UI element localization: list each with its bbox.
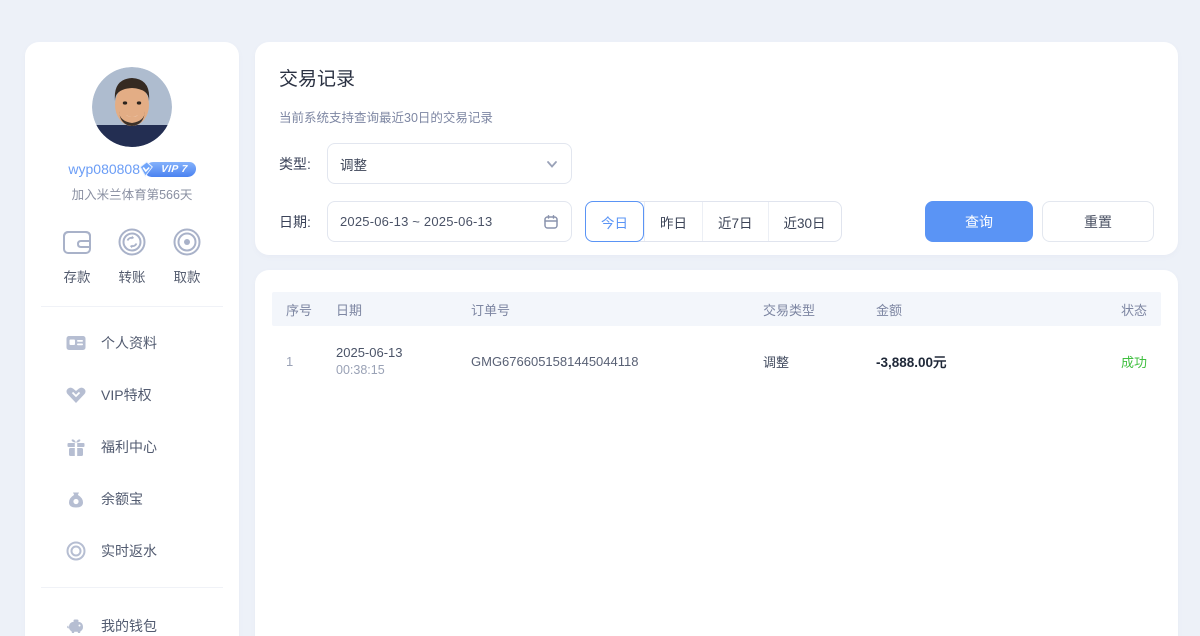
sidebar-item-rebate[interactable]: 实时返水 [25,525,239,577]
vip-diamond-icon [137,161,155,177]
chevron-down-icon [545,157,559,171]
calendar-icon [543,214,559,230]
row-index: 1 [286,354,336,369]
withdraw-label: 取款 [174,266,201,286]
quick-actions: 存款 转账 [25,225,239,286]
avatar[interactable] [92,67,172,147]
sidebar-item-label: 福利中心 [101,437,157,457]
transfer-label: 转账 [119,266,146,286]
column-header-type: 交易类型 [763,300,876,319]
range-today-button[interactable]: 今日 [585,201,644,242]
type-select[interactable]: 调整 [327,143,572,184]
vip-badge: VIP 7 [144,162,196,177]
quick-date-range-group: 今日 昨日 近7日 近30日 [585,201,842,242]
column-header-date: 日期 [336,300,471,319]
money-bag-icon [65,488,87,510]
page-title: 交易记录 [279,64,1154,91]
sidebar-item-vip[interactable]: VIP特权 [25,369,239,421]
withdraw-icon [169,225,205,259]
id-card-icon [65,332,87,354]
table-row: 1 2025-06-13 00:38:15 GMG676605158144504… [272,326,1161,382]
date-filter-row: 日期: 2025-06-13 ~ 2025-06-13 今日 昨日 近7日 近3… [279,201,1154,242]
deposit-button[interactable]: 存款 [59,225,95,286]
username: wyp080808 [68,161,140,177]
column-header-index: 序号 [286,300,336,319]
transfer-button[interactable]: 转账 [114,225,150,286]
transfer-icon [114,225,150,259]
type-filter-row: 类型: 调整 [279,143,1154,184]
date-label: 日期: [279,212,327,232]
sidebar-item-yuebao[interactable]: 余额宝 [25,473,239,525]
sidebar-item-profile[interactable]: 个人资料 [25,317,239,369]
row-status-badge: 成功 [1119,352,1147,371]
wallet-icon [59,225,95,259]
sidebar-item-label: 个人资料 [101,333,157,353]
vip-heart-icon [65,384,87,406]
sidebar-menu: 个人资料 VIP特权 福利中心 [25,307,239,577]
avatar-image [92,67,172,147]
date-range-value: 2025-06-13 ~ 2025-06-13 [340,214,543,229]
date-range-input[interactable]: 2025-06-13 ~ 2025-06-13 [327,201,572,242]
sidebar-item-label: VIP特权 [101,385,152,405]
row-amount: -3,888.00元 [876,351,1119,371]
sidebar-item-label: 我的钱包 [101,616,157,636]
type-label: 类型: [279,154,327,174]
join-days-text: 加入米兰体育第566天 [25,184,239,203]
filter-actions: 查询 重置 [925,201,1154,242]
column-header-order: 订单号 [471,300,763,319]
table-header: 序号 日期 订单号 交易类型 金额 状态 [272,292,1161,326]
filter-panel: 交易记录 当前系统支持查询最近30日的交易记录 类型: 调整 日期: 2025-… [255,42,1178,255]
piggy-bank-icon [65,615,87,636]
transactions-table-panel: 序号 日期 订单号 交易类型 金额 状态 1 2025-06-13 00:38:… [255,270,1178,636]
vip-badge-label: VIP 7 [160,164,188,175]
gift-icon [65,436,87,458]
row-datetime: 2025-06-13 00:38:15 [336,345,471,377]
reset-button[interactable]: 重置 [1042,201,1154,242]
sidebar-item-welfare[interactable]: 福利中心 [25,421,239,473]
type-select-value: 调整 [340,154,545,174]
sidebar-item-label: 实时返水 [101,541,157,561]
column-header-amount: 金额 [876,300,1119,319]
withdraw-button[interactable]: 取款 [169,225,205,286]
column-header-status: 状态 [1119,300,1147,319]
range-30days-button[interactable]: 近30日 [768,202,841,241]
range-yesterday-button[interactable]: 昨日 [644,202,702,241]
row-order-number: GMG6766051581445044118 [471,354,763,369]
deposit-label: 存款 [64,266,91,286]
range-7days-button[interactable]: 近7日 [702,202,768,241]
row-transaction-type: 调整 [763,352,876,371]
rebate-icon [65,540,87,562]
row-date: 2025-06-13 [336,345,471,360]
sidebar-item-wallet[interactable]: 我的钱包 [25,600,239,636]
sidebar-item-label: 余额宝 [101,489,143,509]
sidebar: wyp080808 VIP 7 加入米兰体育第566天 存款 [25,42,239,636]
page-subtitle: 当前系统支持查询最近30日的交易记录 [279,107,1154,126]
query-button[interactable]: 查询 [925,201,1033,242]
row-time: 00:38:15 [336,363,471,377]
